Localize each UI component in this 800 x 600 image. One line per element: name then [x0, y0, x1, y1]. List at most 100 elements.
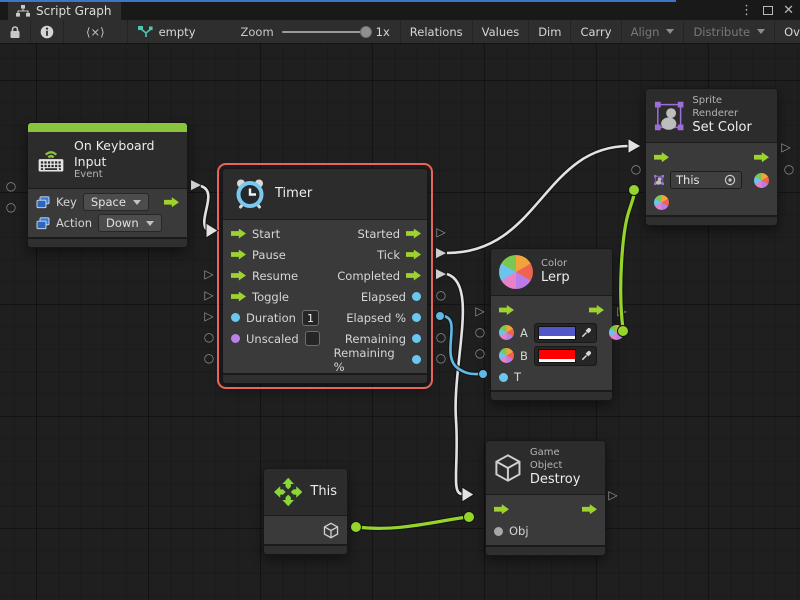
keyboard-key-outer-port[interactable]: ○: [6, 180, 16, 192]
action-dropdown[interactable]: Down: [98, 214, 162, 232]
resume-in-port[interactable]: [231, 271, 246, 281]
zoom-slider[interactable]: [282, 31, 368, 33]
elapsed-out-port[interactable]: [412, 292, 421, 301]
lerp-a-outer-port[interactable]: ○: [475, 326, 485, 338]
timer-unscaled-outer-port[interactable]: ○: [204, 352, 214, 364]
values-button[interactable]: Values: [473, 20, 530, 43]
timer-remaining-outer-port[interactable]: ○: [436, 331, 446, 343]
node-sprite-renderer-set-color[interactable]: Sprite Renderer Set Color: [645, 88, 778, 226]
code-preview-button[interactable]: ⟨×⟩: [64, 20, 128, 43]
sprite-renderer-icon: [654, 99, 684, 133]
toggle-in-port[interactable]: [231, 292, 246, 302]
flow-out-port[interactable]: [582, 504, 597, 514]
align-dropdown[interactable]: Align: [622, 20, 685, 43]
graph-canvas[interactable]: On Keyboard Input Event Key Space: [0, 44, 800, 600]
chevron-down-icon: [666, 29, 674, 34]
timer-toggle-outer-port[interactable]: ▷: [204, 310, 213, 322]
node-category: Game Object: [530, 447, 595, 472]
lock-button[interactable]: [0, 20, 31, 43]
unscaled-in-port[interactable]: [231, 334, 240, 343]
completed-out-port[interactable]: [406, 271, 421, 281]
node-game-object-destroy[interactable]: Game Object Destroy Obj: [485, 440, 606, 556]
start-in-port[interactable]: [231, 229, 246, 239]
started-out-port[interactable]: [406, 229, 421, 239]
eyedropper-icon[interactable]: [580, 326, 593, 339]
color-port-b[interactable]: [499, 348, 514, 363]
node-on-keyboard-input[interactable]: On Keyboard Input Event Key Space: [27, 122, 188, 248]
timer-started-outer-port[interactable]: ▷: [436, 226, 445, 238]
color-field-b[interactable]: [534, 346, 597, 366]
color-field-a[interactable]: [534, 323, 597, 343]
pause-in-port[interactable]: [231, 250, 246, 260]
inspect-button[interactable]: [31, 20, 64, 43]
elapsed-percent-out-port[interactable]: [412, 313, 421, 322]
object-picker-icon[interactable]: [724, 174, 736, 186]
dim-button[interactable]: Dim: [529, 20, 571, 43]
target-object-field[interactable]: This: [670, 171, 742, 189]
node-this[interactable]: This: [263, 468, 348, 555]
distribute-dropdown[interactable]: Distribute: [684, 20, 775, 43]
timer-pause-outer-port[interactable]: ▷: [204, 268, 213, 280]
sprite-flow-out-outer-port[interactable]: ▷: [781, 141, 790, 153]
completed-label: Completed: [337, 269, 400, 283]
eyedropper-icon[interactable]: [580, 349, 593, 362]
color-in-port[interactable]: [654, 195, 669, 210]
enum-icon: [36, 217, 50, 230]
node-category: Sprite Renderer: [692, 95, 767, 120]
window-menu-icon[interactable]: ⋮: [740, 3, 753, 18]
lerp-flow-in-outer-port[interactable]: ▷: [475, 305, 484, 317]
flow-in-port[interactable]: [494, 504, 509, 514]
graph-ref-label: empty: [159, 25, 196, 39]
duration-input[interactable]: 1: [302, 310, 319, 326]
remaining-percent-out-port[interactable]: [412, 355, 421, 364]
unscaled-checkbox[interactable]: [305, 331, 320, 346]
color-port-a[interactable]: [499, 325, 514, 340]
timer-duration-outer-port[interactable]: ○: [204, 331, 214, 343]
keyboard-trigger-outer-port[interactable]: ▶: [191, 179, 201, 192]
sprite-color-outer-port[interactable]: ○: [784, 163, 794, 175]
graph-breadcrumb[interactable]: empty: [128, 20, 205, 43]
sprite-target-port[interactable]: [654, 172, 664, 188]
flow-in-port[interactable]: [654, 152, 669, 162]
zoom-slider-handle[interactable]: [360, 26, 372, 38]
tick-out-port[interactable]: [406, 250, 421, 260]
trigger-out-port[interactable]: [164, 197, 179, 207]
overview-button[interactable]: Overview: [775, 20, 800, 43]
key-dropdown[interactable]: Space: [83, 193, 149, 211]
timer-tick-outer-port[interactable]: ▶: [436, 247, 446, 260]
start-label: Start: [252, 227, 280, 241]
carry-button[interactable]: Carry: [571, 20, 621, 43]
wire-tick-to-sprite: [447, 146, 629, 253]
wire-outline: [201, 186, 208, 230]
node-footer: [646, 215, 777, 225]
timer-remaining-percent-outer-port[interactable]: ○: [436, 352, 446, 364]
keyboard-icon: [36, 146, 66, 174]
timer-resume-outer-port[interactable]: ▷: [204, 289, 213, 301]
node-color-lerp[interactable]: Color Lerp A: [490, 248, 613, 401]
keyboard-action-outer-port[interactable]: ○: [6, 201, 16, 213]
timer-icon: [233, 177, 267, 211]
maximize-icon[interactable]: [763, 6, 773, 15]
remaining-out-port[interactable]: [412, 334, 421, 343]
relations-button[interactable]: Relations: [400, 20, 473, 43]
color-out-port[interactable]: [754, 173, 769, 188]
game-object-out-port[interactable]: [323, 522, 339, 539]
timer-completed-outer-port[interactable]: ▶: [436, 268, 446, 281]
destroy-flow-out-outer-port[interactable]: ▷: [608, 489, 617, 501]
timer-elapsed-outer-port[interactable]: ○: [436, 289, 446, 301]
t-in-port[interactable]: [499, 373, 508, 382]
flow-out-port[interactable]: [754, 152, 769, 162]
flow-out-port[interactable]: [589, 305, 604, 315]
node-footer: [28, 237, 187, 247]
color-result-out-port[interactable]: [609, 325, 624, 340]
lerp-b-outer-port[interactable]: ○: [475, 347, 485, 359]
sprite-this-outer-port[interactable]: ○: [631, 163, 641, 175]
lerp-flow-out-outer-port[interactable]: ▷: [617, 305, 626, 317]
close-icon[interactable]: ✕: [783, 3, 794, 18]
node-timer[interactable]: Timer Start Started Pause Tick Resume Co…: [222, 168, 428, 384]
node-title: This: [310, 484, 337, 500]
obj-in-port[interactable]: [494, 527, 503, 536]
flow-in-port[interactable]: [499, 305, 514, 315]
duration-in-port[interactable]: [231, 313, 240, 322]
tab-script-graph[interactable]: Script Graph: [8, 2, 121, 20]
